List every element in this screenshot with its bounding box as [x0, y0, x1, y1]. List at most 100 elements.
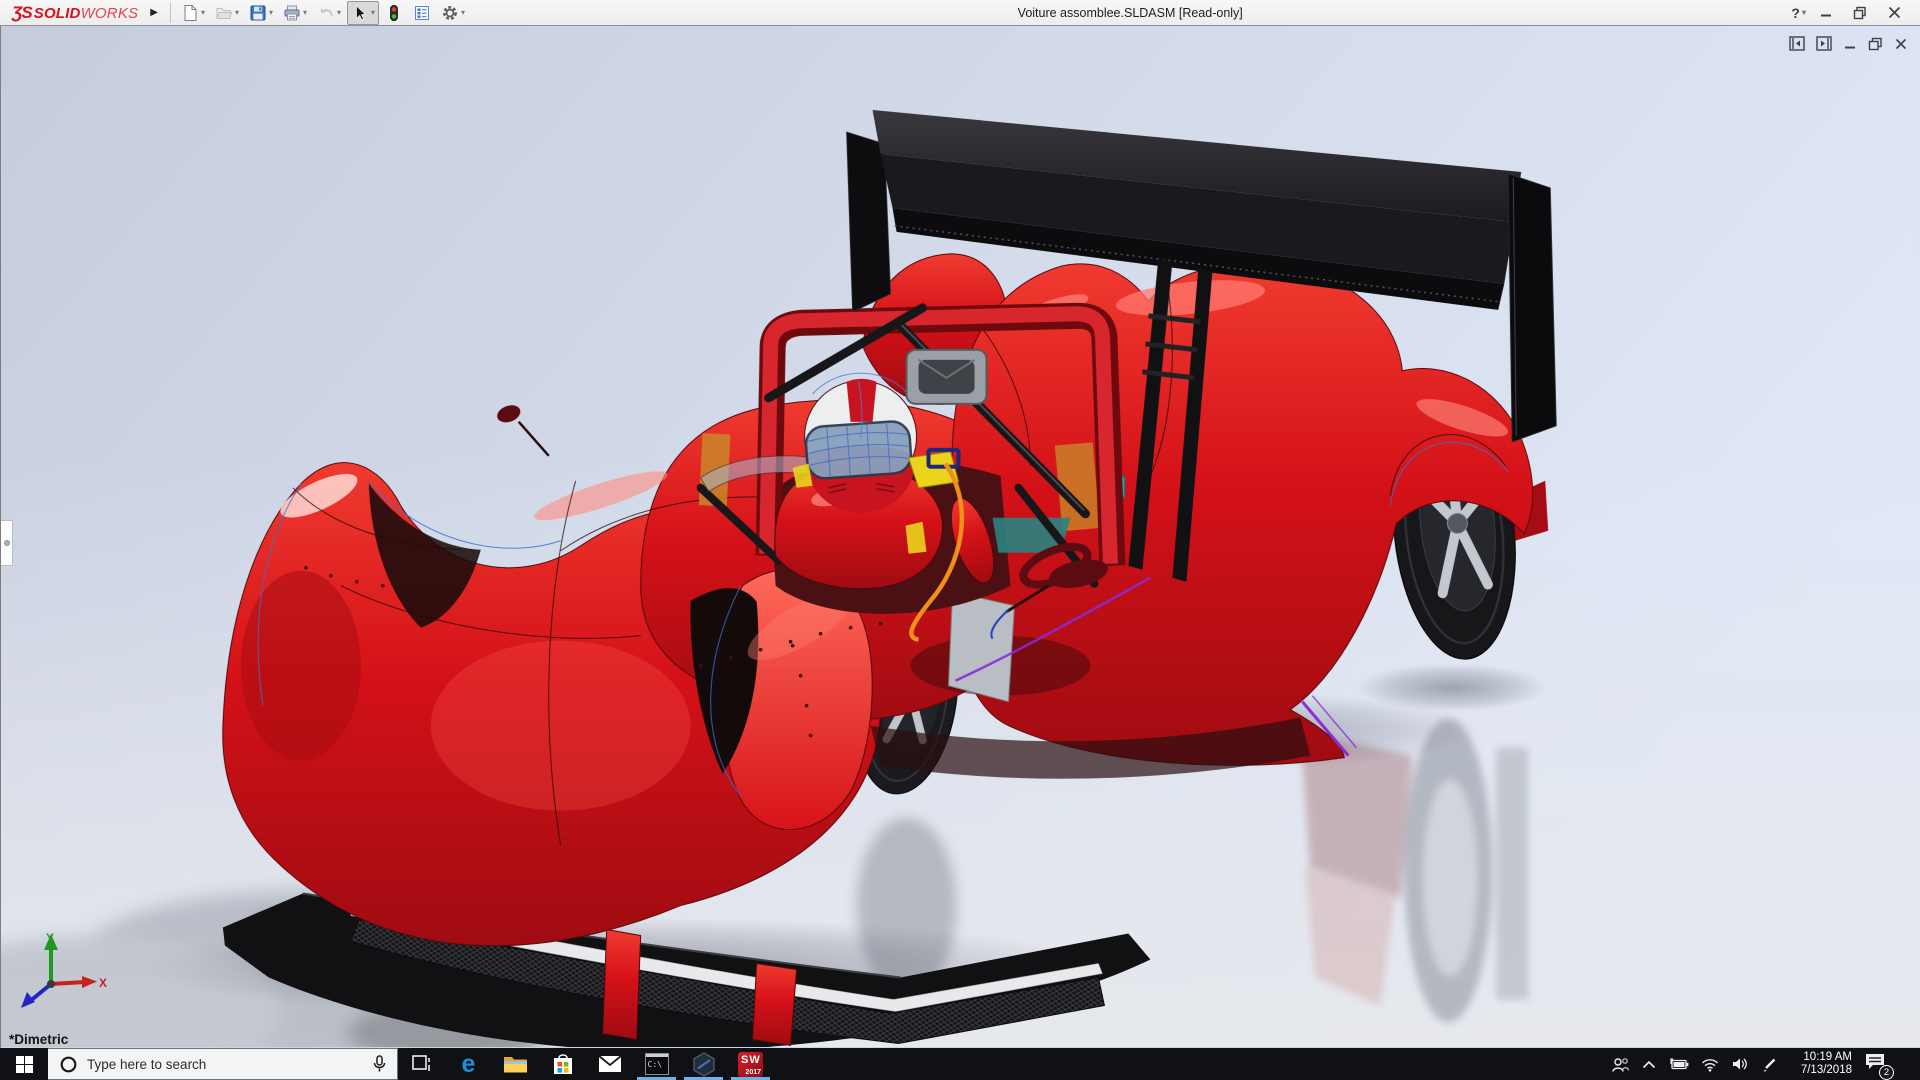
dropdown-arrow-icon: ▾ [1801, 8, 1806, 17]
solidworks-taskbar-button[interactable]: SW 2017 [727, 1048, 774, 1080]
grille-pillar [752, 962, 798, 1047]
new-document-button[interactable]: ▾ [177, 1, 209, 25]
volume-button[interactable] [1731, 1056, 1749, 1072]
doc-restore-icon [1868, 37, 1882, 50]
windows-taskbar: e [0, 1048, 1920, 1080]
wifi-icon [1701, 1058, 1719, 1072]
battery-button[interactable] [1668, 1057, 1689, 1071]
orientation-triad: Y X [21, 931, 107, 1008]
solidworks-logo-mark: ƷS [12, 2, 33, 22]
open-document-button[interactable]: ▾ [211, 1, 243, 25]
composer-app-button[interactable] [680, 1048, 727, 1080]
select-tool-button[interactable]: ▾ [347, 0, 380, 25]
restore-icon [1853, 6, 1866, 19]
taskbar-clock[interactable]: 10:19 AM 7/13/2018 [1790, 1051, 1852, 1077]
menu-flyout-arrow[interactable]: ▶ [144, 5, 164, 20]
tray-overflow-button[interactable] [1642, 1060, 1656, 1069]
solidworks-window: ƷS SOLIDWORKS ▶ ▾ ▾ ▾ ▾ ▾ ▾ ▾ Voiture as… [0, 0, 1920, 1080]
flyout-arrow-icon: ▶ [150, 7, 158, 18]
doc-close-button[interactable] [1892, 34, 1910, 56]
dropdown-arrow-icon[interactable]: ▾ [201, 8, 205, 17]
graphics-area[interactable]: Y X *Dimetric [0, 26, 1920, 1048]
open-folder-icon [216, 7, 233, 19]
restore-button[interactable] [1846, 2, 1874, 24]
dropdown-arrow-icon[interactable]: ▾ [337, 8, 341, 17]
dropdown-arrow-icon[interactable]: ▾ [303, 8, 307, 17]
pane-previous-button[interactable] [1787, 34, 1807, 56]
taskbar-search[interactable] [48, 1048, 398, 1080]
gear-icon [443, 5, 457, 20]
wifi-button[interactable] [1701, 1057, 1719, 1072]
edge-taskbar-button[interactable]: e [445, 1048, 492, 1080]
minimize-icon [1820, 14, 1831, 17]
window-controls: ? ▾ [1791, 2, 1916, 24]
toolbar-separator [169, 2, 171, 23]
windows-logo-icon [15, 1055, 33, 1073]
store-icon [553, 1053, 572, 1074]
pane-right-arrow-icon [1816, 36, 1832, 51]
panel-flyout-dot-icon [4, 540, 10, 546]
dropdown-arrow-icon[interactable]: ▾ [371, 8, 375, 17]
pane-left-arrow-icon [1789, 36, 1805, 51]
windows-ink-button[interactable] [1761, 1056, 1778, 1073]
triad-y-label: Y [46, 931, 54, 945]
options-button[interactable]: ▾ [437, 1, 469, 25]
task-view-button[interactable] [398, 1048, 445, 1080]
undo-icon [320, 7, 333, 16]
mail-icon [597, 1055, 622, 1072]
close-icon [1888, 6, 1900, 19]
hexagon-app-icon [692, 1051, 715, 1077]
dropdown-arrow-icon[interactable]: ▾ [269, 8, 273, 17]
help-button[interactable]: ? ▾ [1791, 2, 1806, 24]
traffic-light-icon [390, 4, 398, 21]
print-button[interactable]: ▾ [279, 1, 311, 25]
dropdown-arrow-icon[interactable]: ▾ [461, 8, 465, 17]
start-button[interactable] [0, 1048, 48, 1080]
quick-access-toolbar: ▾ ▾ ▾ ▾ ▾ ▾ ▾ [177, 0, 469, 25]
model-scene[interactable] [1, 26, 1920, 1048]
close-button[interactable] [1880, 2, 1908, 24]
doc-close-icon [1895, 38, 1907, 49]
view-orientation-label: *Dimetric [9, 1032, 69, 1047]
microphone-icon[interactable] [372, 1055, 387, 1073]
file-explorer-button[interactable] [492, 1048, 539, 1080]
microsoft-store-button[interactable] [539, 1048, 586, 1080]
task-view-icon [412, 1054, 430, 1071]
file-explorer-icon [504, 1056, 527, 1072]
document-window-controls [1787, 34, 1910, 56]
system-tray: 10:19 AM 7/13/2018 2 [1611, 1048, 1920, 1080]
mail-button[interactable] [586, 1048, 633, 1080]
notification-badge: 2 [1879, 1065, 1894, 1080]
print-icon [284, 5, 300, 20]
cortana-icon [60, 1056, 77, 1072]
pen-icon [1763, 1058, 1776, 1071]
traffic-light-button[interactable] [381, 1, 407, 25]
minimize-button[interactable] [1812, 2, 1840, 24]
pane-next-button[interactable] [1814, 34, 1834, 56]
action-center-button[interactable]: 2 [1864, 1052, 1896, 1080]
speaker-icon [1733, 1058, 1747, 1070]
new-document-icon [184, 4, 197, 21]
dropdown-arrow-icon[interactable]: ▾ [235, 8, 239, 17]
triad-x-label: X [99, 976, 107, 990]
grille-pillar [602, 928, 642, 1041]
clock-date: 7/13/2018 [1800, 1064, 1852, 1076]
window-title: Voiture assomblee.SLDASM [Read-only] [1017, 5, 1243, 20]
clock-time: 10:19 AM [1803, 1051, 1852, 1063]
save-floppy-icon [250, 5, 266, 20]
properties-list-icon [415, 5, 430, 20]
solidworks-logo: ƷS SOLIDWORKS [4, 3, 144, 23]
taskbar-app-icons: e C:\ SW 2017 [398, 1048, 774, 1080]
command-prompt-button[interactable]: C:\ [633, 1048, 680, 1080]
save-button[interactable]: ▾ [245, 1, 277, 25]
doc-minimize-button[interactable] [1841, 34, 1859, 56]
doc-restore-button[interactable] [1866, 34, 1885, 56]
command-prompt-icon: C:\ [644, 1053, 669, 1075]
undo-button[interactable]: ▾ [313, 1, 345, 25]
search-input[interactable] [87, 1056, 362, 1072]
people-button[interactable] [1611, 1056, 1630, 1073]
properties-list-button[interactable] [409, 1, 435, 25]
silver-sill [947, 591, 1015, 703]
panel-flyout-tab[interactable] [1, 520, 13, 566]
title-bar: ƷS SOLIDWORKS ▶ ▾ ▾ ▾ ▾ ▾ ▾ ▾ Voiture as… [0, 0, 1920, 26]
